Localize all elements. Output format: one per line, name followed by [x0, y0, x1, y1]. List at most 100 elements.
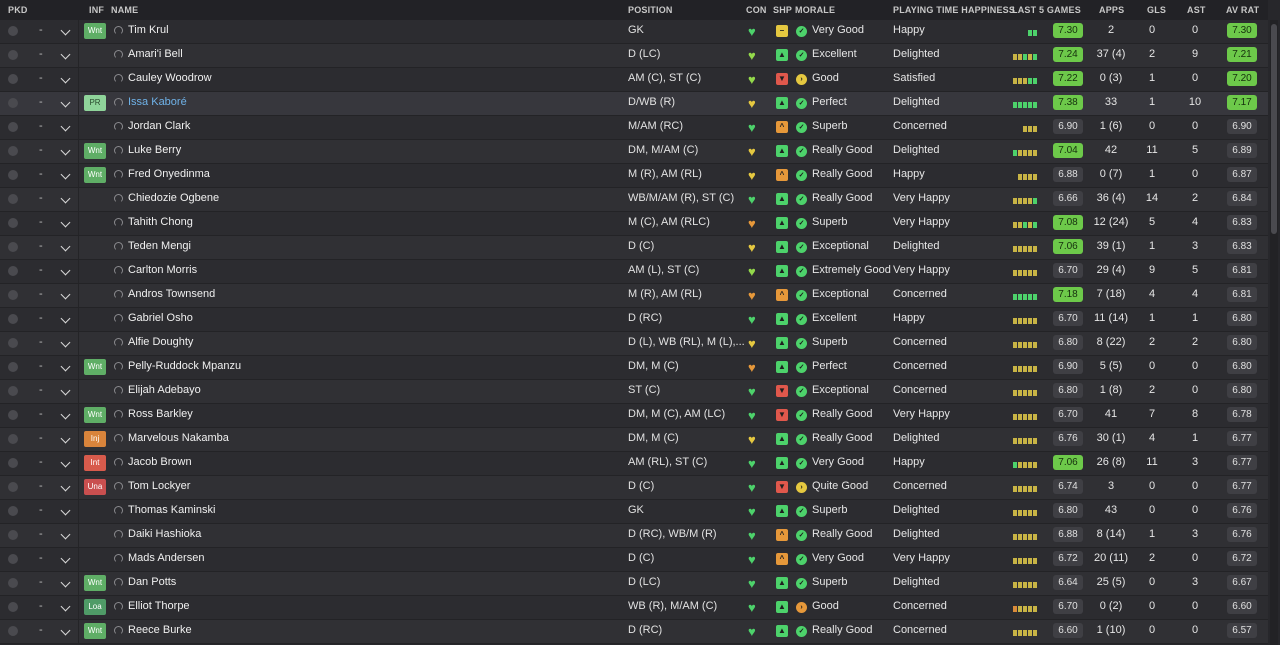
table-row[interactable]: - Alfie Doughty D (L), WB (RL), M (L),... ♥… [0, 332, 1268, 356]
table-row[interactable]: - Wnt Reece Burke D (RC) ♥ ▲ ✓ Really Good Conce… [0, 620, 1268, 644]
player-name[interactable]: Ross Barkley [128, 408, 193, 420]
chevron-down-icon[interactable] [60, 49, 71, 60]
table-row[interactable]: - Daiki Hashioka D (RC), WB/M (R) ♥ ^ ✓ Really… [0, 524, 1268, 548]
chevron-down-icon[interactable] [60, 25, 71, 36]
chevron-down-icon[interactable] [60, 265, 71, 276]
chevron-down-icon[interactable] [60, 409, 71, 420]
table-row[interactable]: - Teden Mengi D (C) ♥ ▲ ✓ Exceptional Delighted… [0, 236, 1268, 260]
table-row[interactable]: - Cauley Woodrow AM (C), ST (C) ♥ ▼ › Good Sati… [0, 68, 1268, 92]
pick-checkbox[interactable] [8, 98, 18, 108]
chevron-down-icon[interactable] [60, 481, 71, 492]
table-row[interactable]: - Amari'i Bell D (LC) ♥ ▲ ✓ Excellent Delighted… [0, 44, 1268, 68]
col-position[interactable]: POSITION [628, 5, 673, 15]
inf-badge[interactable]: Wnt [84, 23, 106, 39]
table-row[interactable]: - Wnt Fred Onyedinma M (R), AM (RL) ♥ ^ ✓ Reall… [0, 164, 1268, 188]
pick-checkbox[interactable] [8, 434, 18, 444]
table-row[interactable]: - Una Tom Lockyer D (C) ♥ ▼ › Quite Good Concern… [0, 476, 1268, 500]
player-name[interactable]: Issa Kaboré [128, 96, 187, 108]
inf-badge[interactable]: Wnt [84, 143, 106, 159]
col-inf[interactable]: INF [89, 5, 104, 15]
chevron-down-icon[interactable] [60, 601, 71, 612]
inf-badge[interactable]: Wnt [84, 359, 106, 375]
pick-checkbox[interactable] [8, 530, 18, 540]
table-row[interactable]: - Inj Marvelous Nakamba DM, M (C) ♥ ▲ ✓ Really … [0, 428, 1268, 452]
table-row[interactable]: - Elijah Adebayo ST (C) ♥ ▼ ✓ Exceptional Conce… [0, 380, 1268, 404]
inf-badge[interactable]: PR [84, 95, 106, 111]
pick-checkbox[interactable] [8, 602, 18, 612]
pick-checkbox[interactable] [8, 290, 18, 300]
player-name[interactable]: Tahith Chong [128, 216, 193, 228]
pick-checkbox[interactable] [8, 554, 18, 564]
col-morale[interactable]: MORALE [795, 5, 835, 15]
player-name[interactable]: Cauley Woodrow [128, 72, 212, 84]
pick-checkbox[interactable] [8, 338, 18, 348]
chevron-down-icon[interactable] [60, 577, 71, 588]
pick-checkbox[interactable] [8, 26, 18, 36]
player-name[interactable]: Jordan Clark [128, 120, 190, 132]
table-row[interactable]: - Wnt Pelly-Ruddock Mpanzu DM, M (C) ♥ ▲ ✓ Perf… [0, 356, 1268, 380]
pick-checkbox[interactable] [8, 194, 18, 204]
table-row[interactable]: - Int Jacob Brown AM (RL), ST (C) ♥ ▲ ✓ Very Go… [0, 452, 1268, 476]
chevron-down-icon[interactable] [60, 505, 71, 516]
chevron-down-icon[interactable] [60, 217, 71, 228]
pick-checkbox[interactable] [8, 218, 18, 228]
player-name[interactable]: Tom Lockyer [128, 480, 190, 492]
player-name[interactable]: Elijah Adebayo [128, 384, 201, 396]
player-name[interactable]: Chiedozie Ogbene [128, 192, 219, 204]
chevron-down-icon[interactable] [60, 145, 71, 156]
player-name[interactable]: Pelly-Ruddock Mpanzu [128, 360, 241, 372]
chevron-down-icon[interactable] [60, 241, 71, 252]
col-apps[interactable]: APPS [1099, 5, 1124, 15]
pick-checkbox[interactable] [8, 386, 18, 396]
chevron-down-icon[interactable] [60, 625, 71, 636]
player-name[interactable]: Mads Andersen [128, 552, 204, 564]
pick-checkbox[interactable] [8, 266, 18, 276]
player-name[interactable]: Luke Berry [128, 144, 181, 156]
chevron-down-icon[interactable] [60, 385, 71, 396]
inf-badge[interactable]: Wnt [84, 167, 106, 183]
pick-checkbox[interactable] [8, 242, 18, 252]
col-playing-time[interactable]: PLAYING TIME HAPPINESS [893, 5, 1015, 15]
player-name[interactable]: Gabriel Osho [128, 312, 193, 324]
pick-checkbox[interactable] [8, 506, 18, 516]
pick-checkbox[interactable] [8, 410, 18, 420]
table-row[interactable]: - Wnt Luke Berry DM, M/AM (C) ♥ ▲ ✓ Really Good… [0, 140, 1268, 164]
chevron-down-icon[interactable] [60, 529, 71, 540]
player-name[interactable]: Teden Mengi [128, 240, 191, 252]
col-con[interactable]: CON [746, 5, 767, 15]
inf-badge[interactable]: Wnt [84, 623, 106, 639]
pick-checkbox[interactable] [8, 626, 18, 636]
table-row[interactable]: - PR Issa Kaboré D/WB (R) ♥ ▲ ✓ Perfect Delighte… [0, 92, 1268, 116]
col-name[interactable]: NAME [111, 5, 138, 15]
chevron-down-icon[interactable] [60, 193, 71, 204]
player-name[interactable]: Reece Burke [128, 624, 192, 636]
col-shp[interactable]: SHP [773, 5, 792, 15]
player-name[interactable]: Tim Krul [128, 24, 169, 36]
chevron-down-icon[interactable] [60, 337, 71, 348]
table-row[interactable]: - Chiedozie Ogbene WB/M/AM (R), ST (C) ♥ ▲ ✓ R… [0, 188, 1268, 212]
col-pkd[interactable]: PKD [8, 5, 28, 15]
player-name[interactable]: Carlton Morris [128, 264, 197, 276]
player-name[interactable]: Andros Townsend [128, 288, 215, 300]
table-row[interactable]: - Wnt Dan Potts D (LC) ♥ ▲ ✓ Superb Delighted 6.6… [0, 572, 1268, 596]
table-row[interactable]: - Wnt Tim Krul GK ♥ – ✓ Very Good Happy 7.30 2 0 0 7.… [0, 20, 1268, 44]
chevron-down-icon[interactable] [60, 169, 71, 180]
pick-checkbox[interactable] [8, 50, 18, 60]
chevron-down-icon[interactable] [60, 121, 71, 132]
inf-badge[interactable]: Wnt [84, 575, 106, 591]
inf-badge[interactable]: Inj [84, 431, 106, 447]
chevron-down-icon[interactable] [60, 433, 71, 444]
player-name[interactable]: Elliot Thorpe [128, 600, 190, 612]
col-gls[interactable]: GLS [1147, 5, 1166, 15]
pick-checkbox[interactable] [8, 146, 18, 156]
chevron-down-icon[interactable] [60, 457, 71, 468]
inf-badge[interactable]: Wnt [84, 407, 106, 423]
col-last5[interactable]: LAST 5 GAMES [1012, 5, 1081, 15]
player-name[interactable]: Marvelous Nakamba [128, 432, 229, 444]
table-row[interactable]: - Mads Andersen D (C) ♥ ^ ✓ Very Good Very Happ… [0, 548, 1268, 572]
pick-checkbox[interactable] [8, 482, 18, 492]
chevron-down-icon[interactable] [60, 73, 71, 84]
pick-checkbox[interactable] [8, 170, 18, 180]
pick-checkbox[interactable] [8, 362, 18, 372]
pick-checkbox[interactable] [8, 578, 18, 588]
